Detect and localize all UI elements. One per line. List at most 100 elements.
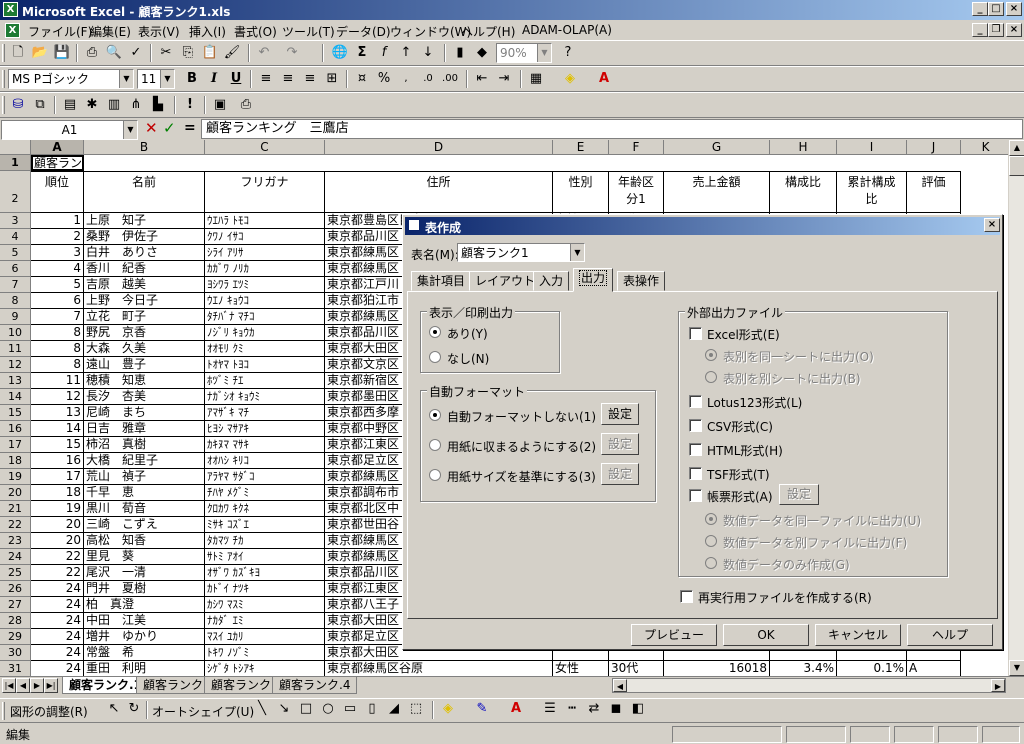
html-checkbox[interactable]	[689, 443, 702, 456]
arrow-style-icon[interactable]: ⇄	[584, 700, 604, 718]
preview-button[interactable]: プレビュー	[631, 624, 717, 646]
column-header[interactable]: F	[609, 140, 664, 155]
drawing-icon[interactable]: ◆	[472, 44, 492, 62]
row-header[interactable]: 2	[0, 171, 31, 213]
cell-name[interactable]: 日吉 雅章	[84, 421, 205, 437]
olap-chart-icon[interactable]: ▙	[148, 96, 168, 114]
column-header[interactable]: J	[907, 140, 961, 155]
cell-name[interactable]: 上原 知子	[84, 213, 205, 229]
cell-rank[interactable]: 2	[31, 229, 84, 245]
toolbar-grip[interactable]	[2, 702, 5, 720]
cell-kana[interactable]: ｵｻﾞﾜ ｶｽﾞｷﾖ	[205, 565, 325, 581]
line-icon[interactable]: ╲	[252, 700, 272, 718]
format-none-label[interactable]: 自動フォーマットしない(1)	[447, 408, 596, 425]
excel-same-sheet-label[interactable]: 表別を同一シートに出力(O)	[723, 348, 874, 365]
cut-icon[interactable]: ✂	[156, 44, 176, 62]
comma-icon[interactable]: ,	[396, 70, 416, 88]
format-paper-radio[interactable]	[429, 469, 441, 481]
tab-layout[interactable]: レイアウト	[469, 271, 542, 291]
row-header[interactable]: 20	[0, 485, 31, 501]
row-header[interactable]: 22	[0, 517, 31, 533]
cell-rank[interactable]: 11	[31, 373, 84, 389]
cell-rank[interactable]: 12	[31, 389, 84, 405]
report-separate-file-label[interactable]: 数値データを別ファイルに出力(F)	[723, 534, 907, 551]
format-paper-settings-button[interactable]: 設定	[601, 463, 639, 485]
cell-name[interactable]: 黒川 荀音	[84, 501, 205, 517]
scroll-left-icon[interactable]: ◀	[613, 679, 627, 692]
percent-icon[interactable]: %	[374, 70, 394, 88]
cell-kana[interactable]: ﾉｼﾞﾘ ｷｮｳｶ	[205, 325, 325, 341]
cell-name[interactable]: 遠山 豊子	[84, 357, 205, 373]
csv-checkbox[interactable]	[689, 419, 702, 432]
sort-descending-icon[interactable]: ↓	[418, 44, 438, 62]
scroll-up-icon[interactable]: ▲	[1009, 140, 1024, 156]
tab-output[interactable]: 出力	[573, 268, 614, 292]
cell-rank[interactable]: 24	[31, 645, 84, 661]
lotus-label[interactable]: Lotus123形式(L)	[707, 394, 802, 411]
cell-name[interactable]: 上野 今日子	[84, 293, 205, 309]
clipart-icon[interactable]: ⬚	[406, 700, 426, 718]
csv-label[interactable]: CSV形式(C)	[707, 418, 773, 435]
excel-label[interactable]: Excel形式(E)	[707, 326, 780, 343]
row-header[interactable]: 26	[0, 581, 31, 597]
olap-print-icon[interactable]: ⎙	[236, 96, 256, 114]
cell-kana[interactable]: ｵｵﾊｼ ｷﾘｺ	[205, 453, 325, 469]
excel-checkbox[interactable]	[689, 327, 702, 340]
cell-name[interactable]: 柿沼 真樹	[84, 437, 205, 453]
dialog-close-button[interactable]: ×	[984, 218, 1000, 232]
format-painter-icon[interactable]: 🖌	[222, 44, 242, 62]
menu-edit[interactable]: 編集(E)	[90, 23, 131, 40]
cell-rank[interactable]: 24	[31, 661, 84, 676]
cell-kana[interactable]: ｶｶﾞﾜ ﾉﾘｶ	[205, 261, 325, 277]
chart-wizard-icon[interactable]: ▮	[450, 44, 470, 62]
currency-icon[interactable]: ¤	[352, 70, 372, 88]
font-color-icon[interactable]: A	[594, 70, 614, 88]
first-sheet-icon[interactable]: |◀	[2, 678, 16, 693]
cell-name[interactable]: 高松 知香	[84, 533, 205, 549]
fill-color-icon[interactable]: ◈	[560, 70, 580, 88]
row-header[interactable]: 12	[0, 357, 31, 373]
table-name-select[interactable]: 顧客ランク1 ▼	[457, 243, 585, 262]
cell-addr[interactable]: 東京都練馬区谷原	[325, 661, 553, 676]
autoshape-menu[interactable]: オートシェイプ(U)	[152, 703, 254, 720]
cell-rank[interactable]: 22	[31, 549, 84, 565]
cell-name[interactable]: 尼崎 まち	[84, 405, 205, 421]
menu-insert[interactable]: 挿入(I)	[189, 23, 226, 40]
row-header[interactable]: 18	[0, 453, 31, 469]
menu-adam-olap[interactable]: ADAM-OLAP(A)	[522, 23, 612, 37]
tab-table-operations[interactable]: 表操作	[617, 271, 666, 291]
row-header[interactable]: 10	[0, 325, 31, 341]
cell-kana[interactable]: ﾀﾁﾊﾞﾅ ﾏﾁｺ	[205, 309, 325, 325]
select-objects-icon[interactable]: ↖	[104, 700, 124, 718]
scroll-right-icon[interactable]: ▶	[991, 679, 1005, 692]
align-center-icon[interactable]: ≡	[278, 70, 298, 88]
cell-kana[interactable]: ｶｼﾜ ﾏｽﾐ	[205, 597, 325, 613]
scroll-thumb[interactable]	[1009, 156, 1024, 176]
cell-kana[interactable]: ﾄｵﾔﾏ ﾄﾖｺ	[205, 357, 325, 373]
arrow-icon[interactable]: ↘	[274, 700, 294, 718]
copy-icon[interactable]: ⎘	[178, 44, 198, 62]
cell-rank[interactable]: 15	[31, 437, 84, 453]
menu-file[interactable]: ファイル(F)	[28, 23, 92, 40]
cell-ratio[interactable]: 3.4%	[770, 661, 837, 676]
cell-name[interactable]: 桑野 伊佐子	[84, 229, 205, 245]
sheet-tab-4[interactable]: 顧客ランク.4	[272, 677, 358, 694]
line-style-icon[interactable]: ☰	[540, 700, 560, 718]
column-header[interactable]: I	[837, 140, 907, 155]
display-yes-label[interactable]: あり(Y)	[447, 325, 488, 342]
cancel-entry-icon[interactable]: ✕	[145, 119, 158, 137]
tab-aggregate[interactable]: 集計項目	[411, 271, 472, 291]
cell-kana[interactable]: ﾎﾂﾞﾐ ﾁｴ	[205, 373, 325, 389]
cell-kana[interactable]: ｶﾄﾞｲ ﾅﾂｷ	[205, 581, 325, 597]
column-header[interactable]: A	[31, 140, 84, 155]
cell-kana[interactable]: ｸﾛｶﾜ ｷｸﾈ	[205, 501, 325, 517]
cell-kana[interactable]: ｱﾏｻﾞｷ ﾏﾁ	[205, 405, 325, 421]
cell-a1[interactable]: 顧客ランキ	[31, 155, 84, 171]
display-no-radio[interactable]	[429, 351, 441, 363]
dash-style-icon[interactable]: ┅	[562, 700, 582, 718]
last-sheet-icon[interactable]: ▶|	[44, 678, 58, 693]
cell-name[interactable]: 重田 利明	[84, 661, 205, 676]
row-header[interactable]: 13	[0, 373, 31, 389]
row-header[interactable]: 3	[0, 213, 31, 229]
cell-rank[interactable]: 17	[31, 469, 84, 485]
